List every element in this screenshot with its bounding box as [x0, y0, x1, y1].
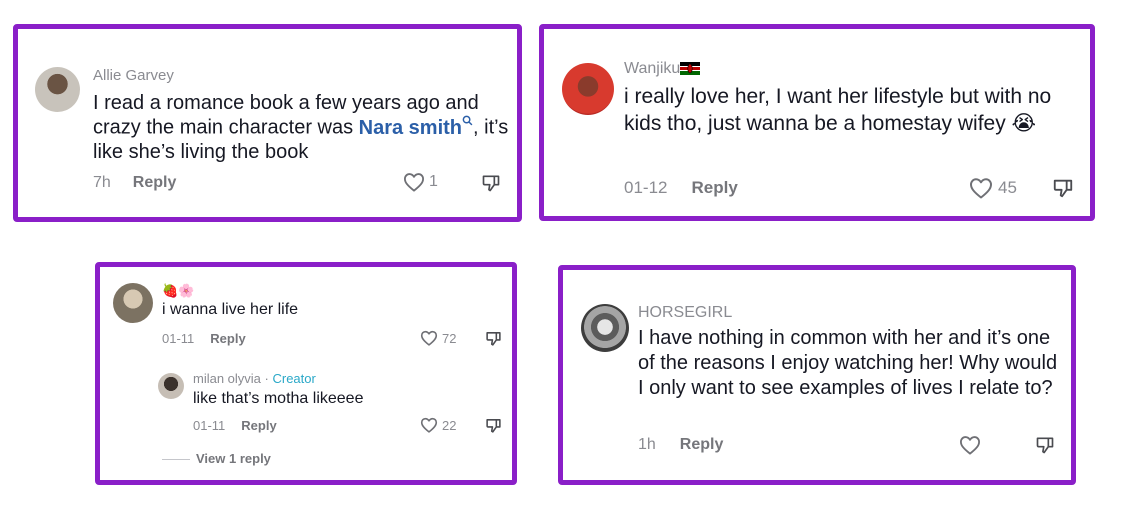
heart-icon	[420, 330, 438, 346]
heart-icon	[970, 178, 992, 199]
mention-label: Nara smith	[358, 116, 463, 139]
creator-badge: Creator	[272, 371, 316, 386]
like-button[interactable]: 22	[420, 417, 456, 433]
like-count: 1	[429, 173, 438, 190]
dislike-icon	[1036, 437, 1054, 454]
avatar[interactable]	[158, 373, 184, 399]
comment-time: 7h	[93, 174, 111, 191]
comment-card-3: 🍓🌸 i wanna live her life 01-11 Reply 72 m…	[95, 262, 517, 485]
dislike-icon	[482, 175, 500, 192]
avatar[interactable]	[562, 63, 614, 115]
search-mention-link[interactable]: Nara smith	[358, 115, 473, 139]
comment-text: i really love her, I want her lifestyle …	[624, 85, 1052, 135]
comment-meta: 7h Reply	[93, 174, 176, 192]
reply-meta: 01-11 Reply	[193, 418, 277, 433]
kenya-flag-icon	[680, 62, 701, 76]
username-separator: ·	[260, 371, 273, 386]
reply-text: like that’s motha likeeee	[193, 390, 364, 407]
divider	[162, 459, 190, 460]
reply-username-label: milan olyvia	[193, 371, 261, 386]
comment-time: 01-11	[162, 331, 195, 346]
search-icon	[462, 115, 473, 126]
like-button[interactable]: 72	[420, 330, 456, 346]
dislike-button[interactable]	[1052, 177, 1074, 199]
reply-button[interactable]: Reply	[680, 436, 724, 453]
dislike-button[interactable]	[485, 417, 502, 434]
heart-icon	[403, 173, 424, 192]
reply-button[interactable]: Reply	[210, 331, 245, 346]
comment-time: 1h	[638, 436, 656, 453]
comment-meta: 01-12 Reply	[624, 178, 738, 198]
dislike-icon	[486, 419, 501, 433]
view-replies-button[interactable]: View 1 reply	[196, 451, 271, 466]
comment-username[interactable]: 🍓🌸	[162, 283, 194, 299]
avatar[interactable]	[581, 304, 629, 352]
avatar[interactable]	[113, 283, 153, 323]
reply-button[interactable]: Reply	[241, 418, 276, 433]
like-count: 72	[442, 330, 457, 346]
reply-username[interactable]: milan olyvia · Creator	[193, 371, 316, 386]
comment-text: I read a romance book a few years ago an…	[93, 91, 513, 164]
reply-button[interactable]: Reply	[133, 174, 177, 191]
heart-icon	[420, 417, 438, 433]
dislike-icon	[1053, 179, 1073, 198]
comment-text: i wanna live her life	[162, 301, 299, 318]
dislike-icon	[486, 332, 501, 346]
like-count: 22	[442, 417, 457, 433]
comment-username[interactable]: HORSEGIRL	[638, 304, 732, 322]
comment-card-2: Wanjiku i really love her, I want her li…	[539, 24, 1095, 221]
comment-time: 01-12	[624, 178, 668, 197]
dislike-button[interactable]	[481, 173, 501, 193]
like-count: 45	[998, 178, 1017, 197]
heart-icon	[960, 436, 980, 455]
avatar[interactable]	[35, 67, 80, 112]
comment-meta: 01-11 Reply	[162, 331, 246, 346]
comment-text: I have nothing in common with her and it…	[638, 327, 1058, 399]
comment-username[interactable]: Allie Garvey	[93, 67, 174, 84]
reply-button[interactable]: Reply	[691, 178, 737, 197]
comment-username[interactable]: Wanjiku	[624, 60, 701, 78]
comment-card-1: Allie Garvey I read a romance book a few…	[13, 24, 522, 222]
like-button[interactable]: 45	[969, 177, 1017, 199]
comment-meta: 1h Reply	[638, 436, 723, 454]
reply-time: 01-11	[193, 418, 226, 433]
like-button[interactable]: 1	[403, 172, 438, 192]
comment-username-label: Wanjiku	[624, 60, 681, 77]
comment-card-4: HORSEGIRL I have nothing in common with …	[558, 265, 1076, 485]
dislike-button[interactable]	[485, 330, 502, 347]
like-button[interactable]	[959, 435, 985, 455]
dislike-button[interactable]	[1035, 435, 1055, 455]
